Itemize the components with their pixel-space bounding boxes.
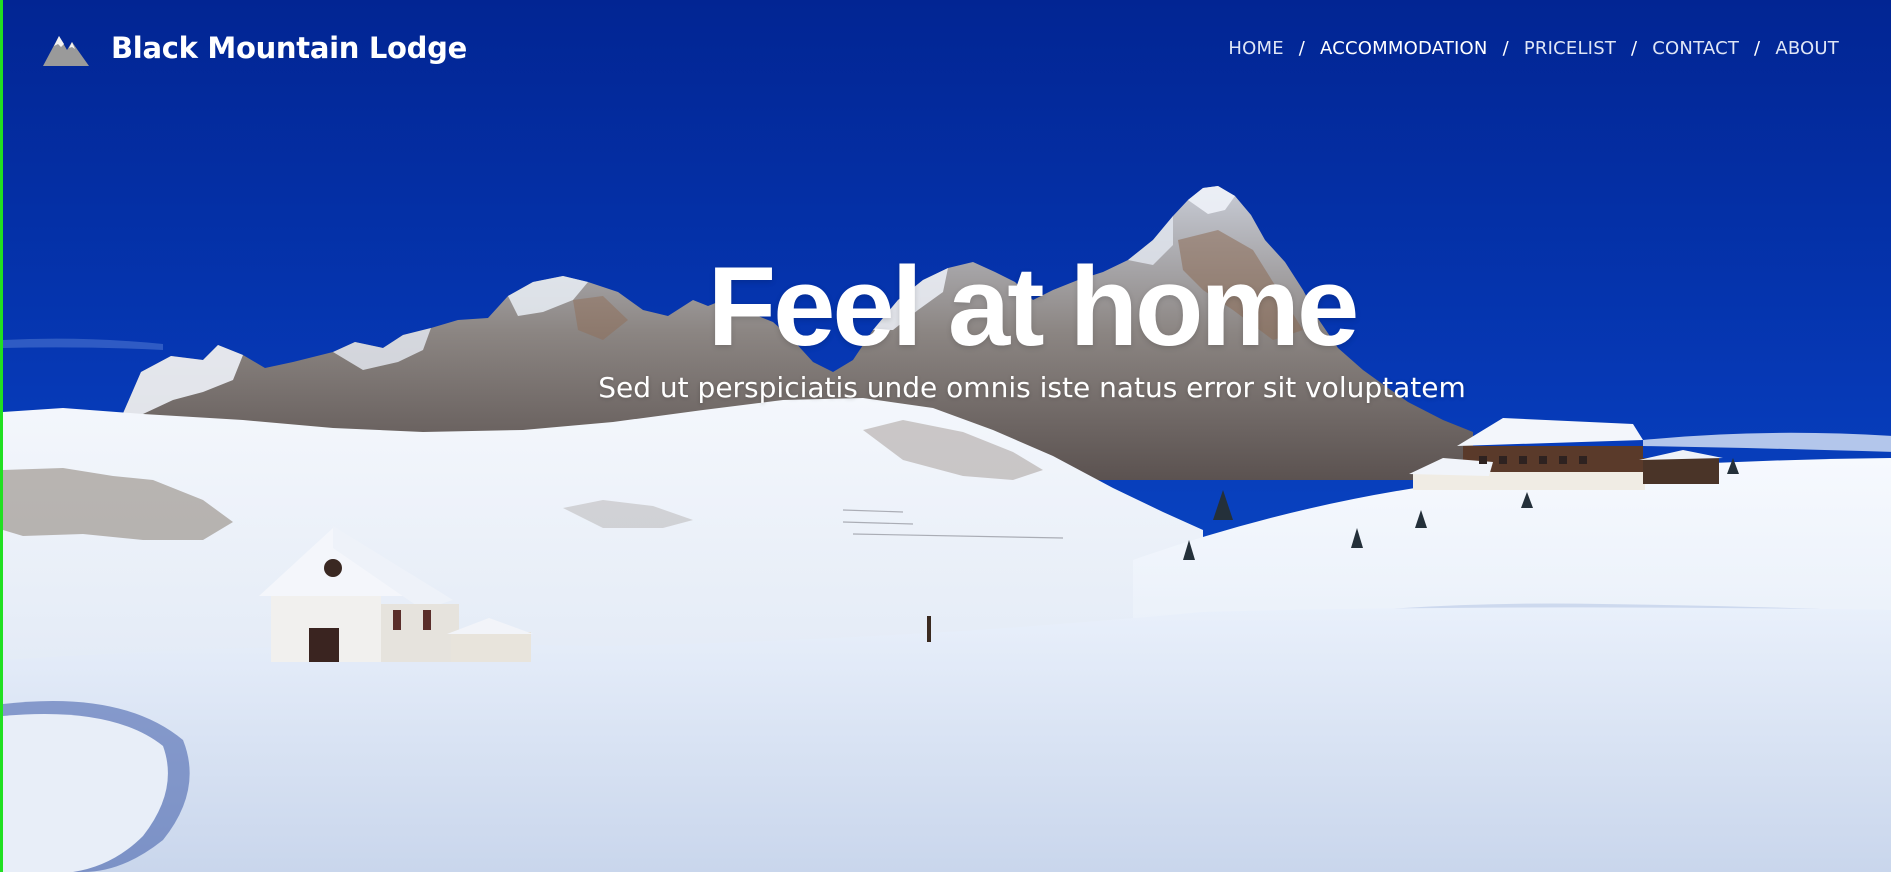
nav-item-contact[interactable]: CONTACT — [1652, 38, 1739, 59]
hero-background-image — [3, 0, 1891, 872]
main-navigation: HOME / ACCOMMODATION / PRICELIST / CONTA… — [1228, 38, 1839, 59]
nav-item-home[interactable]: HOME — [1228, 38, 1283, 59]
nav-separator: / — [1298, 38, 1306, 59]
brand-logo-link[interactable]: Black Mountain Lodge — [41, 26, 467, 70]
nav-item-about[interactable]: ABOUT — [1775, 38, 1839, 59]
mountain-icon — [43, 36, 89, 66]
hero-title: Feel at home — [707, 244, 1360, 370]
hero-section: Black Mountain Lodge HOME / ACCOMMODATIO… — [0, 0, 1891, 872]
nav-item-accommodation[interactable]: ACCOMMODATION — [1320, 38, 1488, 59]
nav-separator: / — [1502, 38, 1509, 59]
nav-separator: / — [1754, 38, 1761, 59]
hero-subtitle: Sed ut perspiciatis unde omnis iste natu… — [598, 371, 1466, 404]
brand-name: Black Mountain Lodge — [111, 31, 467, 65]
nav-item-pricelist[interactable]: PRICELIST — [1524, 38, 1616, 59]
nav-separator: / — [1631, 38, 1638, 59]
